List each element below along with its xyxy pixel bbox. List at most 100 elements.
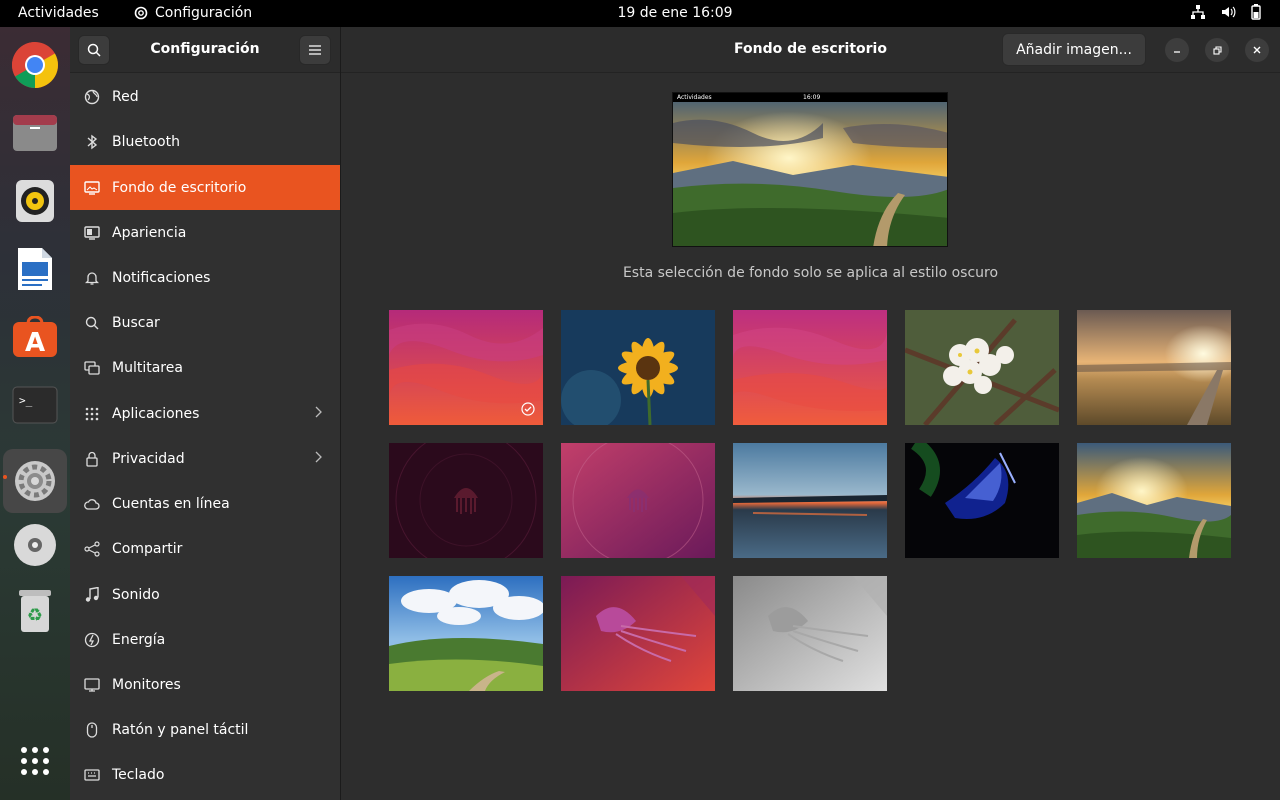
wallpaper-thumbnail[interactable] xyxy=(389,310,543,425)
sidebar-item-compartir[interactable]: Compartir xyxy=(70,526,340,571)
trash-launcher[interactable]: ♻ xyxy=(11,587,59,635)
app-grid-icon xyxy=(21,747,49,775)
system-tray[interactable] xyxy=(1190,4,1262,20)
chrome-launcher[interactable] xyxy=(11,41,59,89)
sidebar-item-label: Bluetooth xyxy=(112,133,180,150)
svg-text:>_: >_ xyxy=(19,394,33,407)
close-button[interactable] xyxy=(1245,38,1269,62)
grid-icon xyxy=(84,406,100,422)
sidebar-item-sonido[interactable]: Sonido xyxy=(70,572,340,617)
wallpaper-thumbnail[interactable] xyxy=(733,576,887,691)
wallpaper-thumbnail[interactable] xyxy=(733,443,887,558)
settings-gear-icon xyxy=(15,461,55,501)
sidebar-item-buscar[interactable]: Buscar xyxy=(70,300,340,345)
wallpaper-thumbnail[interactable] xyxy=(905,443,1059,558)
show-apps-button[interactable] xyxy=(11,737,59,785)
sidebar-item-raton[interactable]: Ratón y panel táctil xyxy=(70,707,340,752)
sidebar-item-label: Aplicaciones xyxy=(112,405,200,422)
preview-top-bar: Actividades 16:09 xyxy=(673,93,947,102)
sidebar-item-label: Apariencia xyxy=(112,224,187,241)
software-launcher[interactable]: A xyxy=(11,313,59,361)
wallpaper-thumbnail[interactable] xyxy=(733,310,887,425)
sidebar-item-notificaciones[interactable]: Notificaciones xyxy=(70,255,340,300)
display-icon xyxy=(84,677,100,693)
sidebar-item-red[interactable]: Red xyxy=(70,74,340,119)
primary-menu-button[interactable] xyxy=(299,35,331,65)
lake-sunset-image xyxy=(733,443,887,558)
white-blossom-image xyxy=(905,310,1059,425)
sidebar-item-label: Sonido xyxy=(112,586,160,603)
sidebar-item-bluetooth[interactable]: Bluetooth xyxy=(70,119,340,164)
restore-icon xyxy=(1212,45,1222,55)
chevron-right-icon xyxy=(315,451,322,467)
sidebar-item-apariencia[interactable]: Apariencia xyxy=(70,210,340,255)
sidebar-item-privacidad[interactable]: Privacidad xyxy=(70,436,340,481)
power-icon xyxy=(84,632,100,648)
terminal-launcher[interactable]: >_ xyxy=(11,381,59,429)
wallpaper-thumbnail[interactable] xyxy=(1077,443,1231,558)
clock[interactable]: 19 de ene 16:09 xyxy=(0,5,1280,21)
dock: A >_ ♻ xyxy=(0,27,70,800)
maximize-button[interactable] xyxy=(1205,38,1229,62)
wallpaper-preview: Actividades 16:09 xyxy=(672,92,948,247)
sidebar-item-label: Privacidad xyxy=(112,450,185,467)
wallpaper-thumbnail[interactable] xyxy=(561,443,715,558)
rhythmbox-launcher[interactable] xyxy=(11,177,59,225)
settings-launcher[interactable] xyxy=(3,449,67,513)
music-note-icon xyxy=(84,586,100,603)
sidebar-item-multitarea[interactable]: Multitarea xyxy=(70,345,340,390)
sidebar-item-label: Multitarea xyxy=(112,359,183,376)
wallpaper-thumbnail[interactable] xyxy=(561,310,715,425)
selected-check-icon xyxy=(521,402,535,416)
sidebar-item-energia[interactable]: Energía xyxy=(70,617,340,662)
disc-icon xyxy=(14,524,56,566)
lock-icon xyxy=(84,451,100,467)
running-indicator xyxy=(3,475,7,479)
background-panel: Fondo de escritorio Añadir imagen... Act… xyxy=(341,27,1280,800)
preview-clock-label: 16:09 xyxy=(803,94,821,101)
sidebar-item-label: Cuentas en línea xyxy=(112,495,230,512)
sidebar-item-teclado[interactable]: Teclado xyxy=(70,752,340,797)
sidebar-item-label: Teclado xyxy=(112,766,165,783)
files-icon xyxy=(13,115,57,151)
chrome-icon xyxy=(12,42,58,88)
writer-launcher[interactable] xyxy=(11,245,59,293)
files-launcher[interactable] xyxy=(11,109,59,157)
green-hills-image xyxy=(389,576,543,691)
sidebar-item-fondo[interactable]: Fondo de escritorio xyxy=(70,165,340,210)
sidebar-item-cuentas[interactable]: Cuentas en línea xyxy=(70,481,340,526)
sidebar-item-label: Compartir xyxy=(112,540,183,557)
wallpaper-thumbnail[interactable] xyxy=(561,576,715,691)
dark-style-notice: Esta selección de fondo solo se aplica a… xyxy=(622,265,999,281)
wallpaper-thumbnail[interactable] xyxy=(905,310,1059,425)
sidebar-item-label: Energía xyxy=(112,631,166,648)
main-header: Fondo de escritorio Añadir imagen... xyxy=(341,27,1280,73)
search-icon xyxy=(84,315,100,331)
pink-waves-image xyxy=(389,310,543,425)
sidebar-item-aplicaciones[interactable]: Aplicaciones xyxy=(70,391,340,436)
close-icon xyxy=(1253,46,1261,54)
wallpaper-thumbnail[interactable] xyxy=(1077,310,1231,425)
preview-landscape-image xyxy=(673,93,947,246)
multitask-icon xyxy=(84,360,100,376)
settings-sidebar: Configuración Red Bluetooth Fondo de esc… xyxy=(70,27,341,800)
sidebar-item-monitores[interactable]: Monitores xyxy=(70,662,340,707)
sidebar-item-label: Monitores xyxy=(112,676,181,693)
wallpaper-thumbnail[interactable] xyxy=(389,576,543,691)
preview-activities-label: Actividades xyxy=(677,94,712,101)
yellow-flower-image xyxy=(561,310,715,425)
monitor-icon xyxy=(84,180,100,196)
cloud-icon xyxy=(84,496,100,512)
add-image-button[interactable]: Añadir imagen... xyxy=(1002,33,1146,66)
wallpaper-thumbnail[interactable] xyxy=(389,443,543,558)
app-store-icon: A xyxy=(13,316,57,358)
disc-launcher[interactable] xyxy=(11,521,59,569)
minimize-button[interactable] xyxy=(1165,38,1189,62)
volume-icon xyxy=(1222,6,1236,18)
purple-jellyfish-image xyxy=(561,443,715,558)
sidebar-item-label: Buscar xyxy=(112,314,160,331)
pink-waves-light-image xyxy=(733,310,887,425)
minimize-icon xyxy=(1174,51,1180,53)
top-bar: Actividades Configuración 19 de ene 16:0… xyxy=(0,0,1280,27)
sidebar-item-label: Ratón y panel táctil xyxy=(112,721,249,738)
